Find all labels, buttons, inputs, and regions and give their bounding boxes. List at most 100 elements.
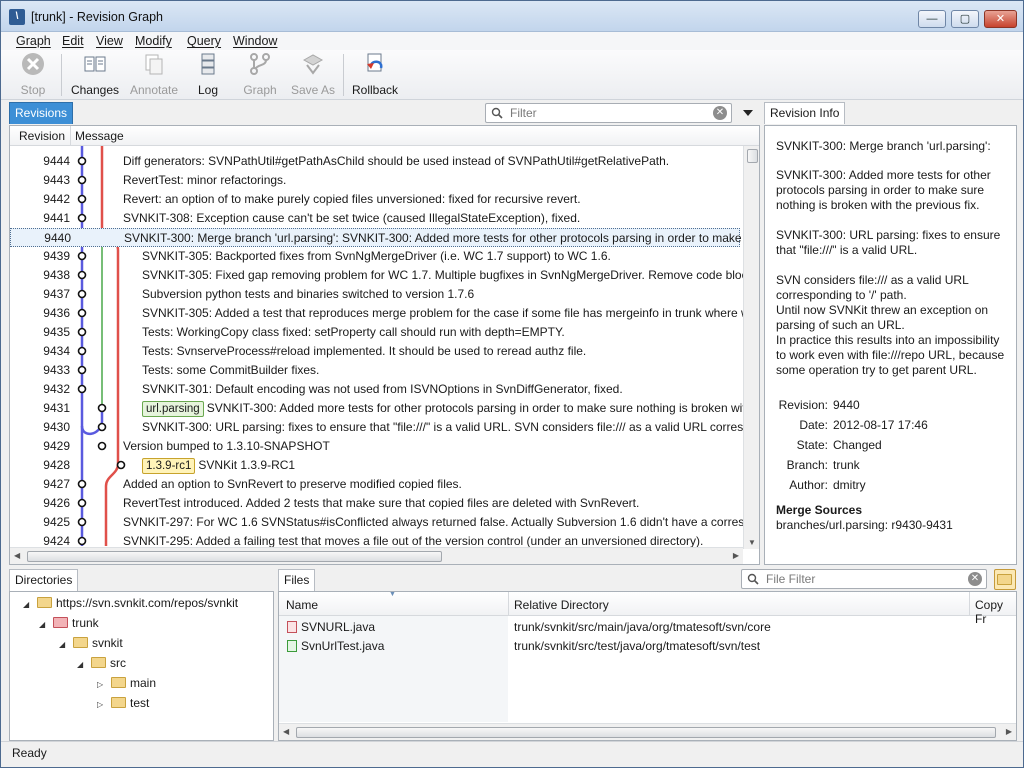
revision-row[interactable]: 9425 SVNKIT-297: For WC 1.6 SVNStatus#isC…	[10, 513, 759, 532]
tab-files[interactable]: Files	[278, 569, 316, 591]
revision-row[interactable]: 9435 Tests: WorkingCopy class fixed: setP…	[10, 323, 740, 342]
minimize-button[interactable]: —	[918, 10, 946, 28]
revision-row[interactable]: 9434 Tests: SvnserveProcess#reload implem…	[10, 342, 740, 361]
filter-placeholder: Filter	[510, 106, 537, 120]
tree-item-repo-root[interactable]: ◢ https://svn.svnkit.com/repos/svnkit	[23, 596, 238, 610]
close-button[interactable]: ✕	[984, 10, 1017, 28]
revision-message: 1.3.9-rc1 SVNKit 1.3.9-RC1	[142, 458, 295, 474]
revision-row[interactable]: 9428 1.3.9-rc1 SVNKit 1.3.9-RC1	[10, 456, 740, 475]
expanded-icon[interactable]: ◢	[39, 620, 49, 629]
tree-item-trunk[interactable]: ◢ trunk	[39, 616, 99, 630]
menu-edit[interactable]: Edit	[62, 34, 84, 48]
tab-revisions[interactable]: Revisions	[9, 102, 74, 124]
files-hscroll[interactable]: ◀ ▶	[279, 723, 1016, 740]
revision-number: 9427	[43, 477, 70, 491]
revision-row[interactable]: 9442 Revert: an option of to make purely …	[10, 190, 740, 209]
revision-row[interactable]: 9430 SVNKIT-300: URL parsing: fixes to en…	[10, 418, 759, 437]
revision-row[interactable]: 9437 Subversion python tests and binaries…	[10, 285, 740, 304]
tree-item-test[interactable]: ▷ test	[97, 696, 149, 710]
revision-row[interactable]: 9440 SVNKIT-300: Merge branch 'url.parsin…	[10, 228, 758, 247]
revision-message-text: SVNKIT-305: Backported fixes from SvnNgM…	[142, 249, 611, 263]
col-message[interactable]: Message	[75, 129, 124, 143]
menu-modify[interactable]: Modify	[135, 34, 172, 48]
expanded-icon[interactable]: ◢	[23, 600, 33, 609]
log-button[interactable]: Log	[189, 52, 227, 98]
info-branch-value: trunk	[833, 458, 860, 472]
revision-message: SVNKIT-301: Default encoding was not use…	[142, 382, 623, 396]
changes-label: Changes	[70, 83, 120, 97]
revision-message: RevertTest: minor refactorings.	[123, 173, 286, 187]
file-row[interactable]: SVNURL.java	[287, 620, 375, 639]
revision-message: RevertTest introduced. Added 2 tests tha…	[123, 496, 639, 510]
save-as-button[interactable]: Save As	[289, 52, 337, 98]
collapsed-icon[interactable]: ▷	[97, 700, 107, 709]
col-name[interactable]: Name	[286, 598, 318, 612]
scroll-thumb[interactable]	[747, 149, 758, 163]
info-summary: SVNKIT-300: Merge branch 'url.parsing':	[776, 139, 991, 153]
clear-filter-icon[interactable]: ✕	[713, 106, 727, 120]
revision-row[interactable]: 9427 Added an option to SvnRevert to pres…	[10, 475, 740, 494]
tree-item-src[interactable]: ◢ src	[77, 656, 126, 670]
scroll-down-icon[interactable]: ▼	[748, 538, 756, 547]
revision-row[interactable]: 9444 Diff generators: SVNPathUtil#getPath…	[10, 152, 740, 171]
search-icon	[747, 573, 759, 585]
revision-row[interactable]: 9439 SVNKIT-305: Backported fixes from Sv…	[10, 247, 740, 266]
revision-row[interactable]: 9429 Version bumped to 1.3.10-SNAPSHOT	[10, 437, 740, 456]
col-copy-from[interactable]: Copy Fr	[975, 598, 1016, 626]
revisions-hscroll[interactable]: ◀ ▶	[10, 547, 743, 564]
annotate-button[interactable]: Annotate	[127, 52, 181, 98]
scroll-left-icon[interactable]: ◀	[283, 727, 289, 736]
revision-row[interactable]: 9433 Tests: some CommitBuilder fixes.	[10, 361, 740, 380]
tree-item-main[interactable]: ▷ main	[97, 676, 156, 690]
graph-button[interactable]: Graph	[239, 52, 281, 98]
file-row[interactable]: SvnUrlTest.java	[287, 639, 384, 658]
expanded-icon[interactable]: ◢	[59, 640, 69, 649]
revision-row[interactable]: 9431 url.parsing SVNKIT-300: Added more te…	[10, 399, 746, 418]
scroll-left-icon[interactable]: ◀	[14, 551, 20, 560]
scroll-right-icon[interactable]: ▶	[1006, 727, 1012, 736]
revision-filter-input[interactable]: Filter ✕	[485, 103, 732, 123]
menu-window[interactable]: Window	[233, 34, 277, 48]
clear-file-filter-icon[interactable]: ✕	[968, 572, 982, 586]
release-tag-badge[interactable]: 1.3.9-rc1	[142, 458, 196, 474]
stop-button[interactable]: Stop	[13, 52, 53, 98]
revision-row[interactable]: 9436 SVNKIT-305: Added a test that reprod…	[10, 304, 749, 323]
expanded-icon[interactable]: ◢	[77, 660, 87, 669]
revision-number: 9433	[43, 363, 70, 377]
collapsed-icon[interactable]: ▷	[97, 680, 107, 689]
folder-icon	[73, 637, 88, 648]
menu-graph[interactable]: Graph	[16, 34, 51, 48]
tab-directories[interactable]: Directories	[9, 569, 79, 591]
scroll-right-icon[interactable]: ▶	[733, 551, 739, 560]
hscroll-thumb[interactable]	[296, 727, 996, 738]
log-icon	[201, 53, 215, 75]
revision-row[interactable]: 9438 SVNKIT-305: Fixed gap removing probl…	[10, 266, 753, 285]
tab-revision-info[interactable]: Revision Info	[764, 102, 846, 124]
file-name: SvnUrlTest.java	[301, 639, 385, 653]
maximize-button[interactable]: ▢	[951, 10, 979, 28]
tree-label: test	[130, 696, 150, 710]
directories-panel	[9, 591, 274, 741]
menu-query[interactable]: Query	[187, 34, 221, 48]
search-icon	[491, 107, 503, 119]
col-revision[interactable]: Revision	[19, 129, 65, 143]
save-as-icon	[302, 54, 324, 75]
filter-dropdown-icon[interactable]	[742, 109, 754, 117]
revision-row[interactable]: 9426 RevertTest introduced. Added 2 tests…	[10, 494, 740, 513]
changes-button[interactable]: Changes	[69, 52, 121, 98]
tree-item-svnkit[interactable]: ◢ svnkit	[59, 636, 123, 650]
branch-tag-badge[interactable]: url.parsing	[142, 401, 204, 417]
hscroll-thumb[interactable]	[27, 551, 442, 562]
window-title: [trunk] - Revision Graph	[31, 10, 163, 24]
col-relative-directory[interactable]: Relative Directory	[514, 598, 609, 612]
menu-view[interactable]: View	[96, 34, 123, 48]
revision-message: Added an option to SvnRevert to preserve…	[123, 477, 462, 491]
revision-row[interactable]: 9443 RevertTest: minor refactorings.	[10, 171, 740, 190]
rollback-button[interactable]: Rollback	[349, 52, 401, 98]
title-bar[interactable]: \ [trunk] - Revision Graph — ▢ ✕	[1, 1, 1023, 32]
file-filter-input[interactable]: File Filter ✕	[741, 569, 987, 589]
revision-message-text: SVNKIT-301: Default encoding was not use…	[142, 382, 623, 396]
revision-row[interactable]: 9432 SVNKIT-301: Default encoding was not…	[10, 380, 740, 399]
revision-row[interactable]: 9441 SVNKIT-308: Exception cause can't be…	[10, 209, 740, 228]
open-folder-button[interactable]	[994, 569, 1016, 590]
